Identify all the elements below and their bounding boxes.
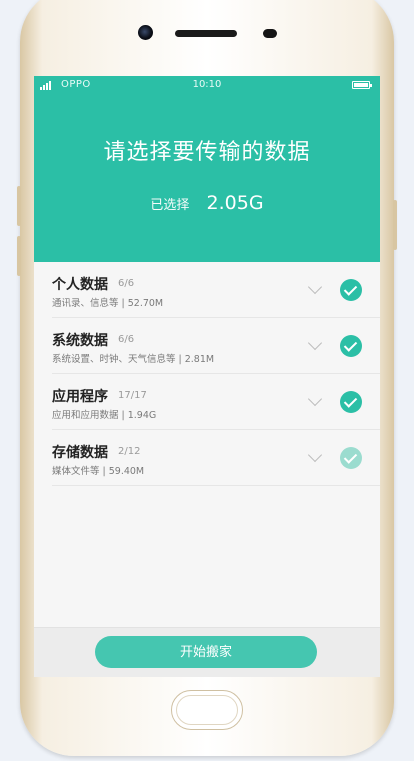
status-bar: OPPO 10:10 [34, 76, 380, 94]
power-button [393, 200, 397, 250]
selected-label: 已选择 [150, 197, 190, 213]
header-panel: OPPO 10:10 请选择要传输的数据 已选择 2.05G [34, 76, 380, 262]
data-category-list: 个人数据 6/6 通讯录、信息等 | 52.70M 系统数据 6/6 系统设置、… [34, 262, 380, 486]
item-count: 6/6 [118, 278, 135, 289]
proximity-sensor [263, 29, 277, 38]
chevron-down-icon[interactable] [307, 279, 323, 295]
chevron-down-icon[interactable] [307, 335, 323, 351]
selected-value: 2.05G [206, 192, 264, 214]
item-count: 6/6 [118, 334, 135, 345]
chevron-down-icon[interactable] [307, 447, 323, 463]
item-name: 系统数据 [52, 333, 108, 349]
item-description: 通讯录、信息等 | 52.70M [52, 298, 164, 309]
list-item-applications[interactable]: 应用程序 17/17 应用和应用数据 | 1.94G [52, 374, 380, 430]
checkmark-icon[interactable] [340, 279, 362, 301]
footer-bar: 开始搬家 [34, 627, 380, 677]
volume-button [17, 186, 21, 226]
item-name: 存储数据 [52, 445, 108, 461]
list-item-personal-data[interactable]: 个人数据 6/6 通讯录、信息等 | 52.70M [52, 262, 380, 318]
chevron-down-icon[interactable] [307, 391, 323, 407]
start-migration-button[interactable]: 开始搬家 [95, 636, 317, 668]
item-description: 应用和应用数据 | 1.94G [52, 410, 157, 421]
item-count: 2/12 [118, 446, 141, 457]
list-item-storage-data[interactable]: 存储数据 2/12 媒体文件等 | 59.40M [52, 430, 380, 486]
item-description: 媒体文件等 | 59.40M [52, 466, 145, 477]
item-description: 系统设置、时钟、天气信息等 | 2.81M [52, 354, 215, 365]
checkmark-icon[interactable] [340, 335, 362, 357]
selected-size: 已选择 2.05G [34, 192, 380, 214]
phone-screen: OPPO 10:10 请选择要传输的数据 已选择 2.05G 个人数据 6/6 … [34, 76, 380, 677]
volume-button-2 [17, 236, 21, 276]
item-name: 个人数据 [52, 277, 108, 293]
list-item-system-data[interactable]: 系统数据 6/6 系统设置、时钟、天气信息等 | 2.81M [52, 318, 380, 374]
checkmark-icon[interactable] [340, 391, 362, 413]
item-count: 17/17 [118, 390, 147, 401]
front-camera [138, 25, 153, 40]
page-title: 请选择要传输的数据 [103, 140, 311, 165]
earpiece-speaker [175, 30, 237, 37]
partial-checkmark-icon[interactable] [340, 447, 362, 469]
item-name: 应用程序 [52, 389, 108, 405]
status-time: 10:10 [192, 79, 222, 90]
battery-icon [352, 81, 372, 89]
home-button[interactable] [171, 690, 243, 730]
